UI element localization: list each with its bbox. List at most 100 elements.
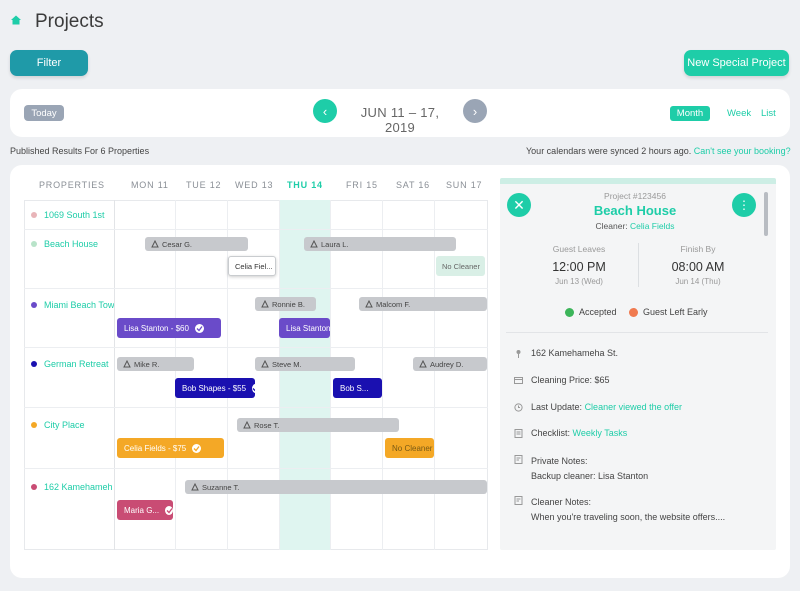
private-notes-row: Private Notes: Backup cleaner: Lisa Stant… [514, 454, 648, 484]
guest-left-early-status: Guest Left Early [629, 307, 708, 317]
property-color-dot [31, 241, 37, 247]
project-name: Beach House [593, 203, 677, 218]
booking-event[interactable]: Suzanne T. [185, 480, 487, 494]
grid-divider [279, 200, 280, 550]
cleaning-event[interactable]: Celia Fields - $75 [117, 438, 224, 458]
check-icon [165, 505, 173, 515]
booking-event[interactable]: Mike R. [117, 357, 194, 371]
properties-header: PROPERTIES [39, 180, 105, 190]
clock-icon [514, 403, 523, 412]
address-row: 162 Kamehameha St. [514, 348, 618, 358]
day-header-tue: TUE 12 [186, 180, 222, 190]
property-beach-house[interactable]: Beach House [44, 239, 112, 249]
property-german-retreat[interactable]: German Retreat [44, 359, 112, 369]
airbnb-icon [261, 360, 269, 368]
airbnb-icon [419, 360, 427, 368]
last-update-label: Last Update: [531, 402, 583, 412]
booking-event[interactable]: Laura L. [304, 237, 456, 251]
event-label: Mike R. [134, 359, 160, 369]
checklist-label: Checklist: [531, 428, 571, 438]
grid-divider [175, 200, 176, 550]
property-162-kamehameha[interactable]: 162 Kamehameh [44, 482, 114, 492]
airbnb-icon [365, 300, 373, 308]
day-header-wed: WED 13 [235, 180, 274, 190]
cleaning-event[interactable]: Maria G... [117, 500, 173, 520]
divider [506, 332, 768, 333]
more-options-button[interactable]: ⋮ [732, 193, 756, 217]
checklist-link[interactable]: Weekly Tasks [573, 428, 628, 438]
guest-leaves-date: Jun 13 (Wed) [555, 277, 603, 286]
property-miami-beach-tower[interactable]: Miami Beach Tow [44, 300, 114, 310]
property-1069-south-1st[interactable]: 1069 South 1st [44, 210, 112, 220]
cleaning-event[interactable]: Bob Shapes - $55 [175, 378, 255, 398]
day-header-sat: SAT 16 [396, 180, 430, 190]
chevron-right-icon: › [472, 103, 478, 119]
event-label: Cesar G. [162, 239, 193, 249]
booking-event[interactable]: Rose T. [237, 418, 399, 432]
airbnb-icon [151, 240, 159, 248]
checklist-row: Checklist: Weekly Tasks [514, 428, 627, 438]
booking-event[interactable]: Malcom F. [359, 297, 487, 311]
property-city-place[interactable]: City Place [44, 420, 112, 430]
cleaning-event[interactable]: Bob S... [333, 378, 382, 398]
property-color-dot [31, 302, 37, 308]
grid-divider [24, 468, 488, 469]
selected-cleaning-event[interactable]: Celia Fiel... [228, 256, 276, 276]
price-text: Cleaning Price: $65 [531, 375, 610, 385]
grid-divider [24, 288, 488, 289]
private-notes-text: Backup cleaner: Lisa Stanton [531, 471, 649, 481]
date-range-label: JUN 11 – 17, 2019 [360, 105, 440, 135]
check-icon [194, 323, 204, 333]
booking-event[interactable]: Ronnie B. [255, 297, 316, 311]
no-cleaner-event[interactable]: No Cleaner [385, 438, 434, 458]
booking-event[interactable]: Audrey D. [413, 357, 487, 371]
calendar-grid [24, 200, 488, 550]
booking-event[interactable]: Steve M. [255, 357, 355, 371]
cleaner-notes-text: When you're traveling soon, the website … [531, 512, 726, 522]
no-cleaner-event[interactable]: No Cleaner [436, 256, 485, 276]
next-week-button[interactable]: › [463, 99, 487, 123]
previous-week-button[interactable]: ‹ [313, 99, 337, 123]
note-icon [514, 455, 523, 464]
grid-divider [24, 347, 488, 348]
close-icon: ✕ [513, 196, 525, 213]
cleaning-event[interactable]: Lisa Stanton [279, 318, 330, 338]
close-button[interactable]: ✕ [507, 193, 531, 217]
cleaning-event[interactable]: Lisa Stanton - $60 [117, 318, 221, 338]
grid-divider [227, 200, 228, 550]
today-button[interactable]: Today [24, 105, 64, 121]
guest-leaves-label: Guest Leaves [552, 244, 606, 254]
last-update-link[interactable]: Cleaner viewed the offer [585, 402, 682, 412]
property-color-dot [31, 484, 37, 490]
cant-see-booking-link[interactable]: Can't see your booking? [694, 146, 791, 156]
check-icon [252, 383, 255, 393]
page-title: Projects [35, 11, 104, 32]
project-number: Project #123456 [604, 191, 666, 201]
accepted-status: Accepted [565, 307, 617, 317]
home-icon[interactable] [9, 13, 23, 27]
grid-divider [114, 200, 115, 550]
published-results-text: Published Results For 6 Properties [10, 146, 150, 156]
event-label: Audrey D. [430, 359, 464, 369]
scrollbar[interactable] [764, 192, 768, 236]
cleaner-name-link[interactable]: Celia Fields [630, 221, 674, 231]
event-label: No Cleaner [442, 261, 480, 271]
booking-event[interactable]: Cesar G. [145, 237, 248, 251]
event-label: Rose T. [254, 420, 280, 430]
view-month-button[interactable]: Month [670, 106, 710, 121]
event-label: Lisa Stanton [286, 323, 330, 333]
last-update-row: Last Update: Cleaner viewed the offer [514, 402, 682, 412]
airbnb-icon [261, 300, 269, 308]
cleaner-assignment: Cleaner: Celia Fields [560, 221, 710, 231]
event-label: Bob Shapes - $55 [182, 383, 247, 393]
credit-card-icon [514, 377, 523, 384]
new-special-project-button[interactable]: New Special Project [684, 50, 789, 76]
price-row: Cleaning Price: $65 [514, 375, 610, 385]
filter-button[interactable]: Filter [10, 50, 88, 76]
view-week-button[interactable]: Week [727, 108, 751, 119]
view-list-button[interactable]: List [761, 108, 776, 119]
sync-text: Your calendars were synced 2 hours ago. [526, 146, 692, 156]
day-header-sun: SUN 17 [446, 180, 483, 190]
cleaner-notes-label: Cleaner Notes: [531, 497, 592, 507]
checklist-icon [514, 429, 523, 438]
